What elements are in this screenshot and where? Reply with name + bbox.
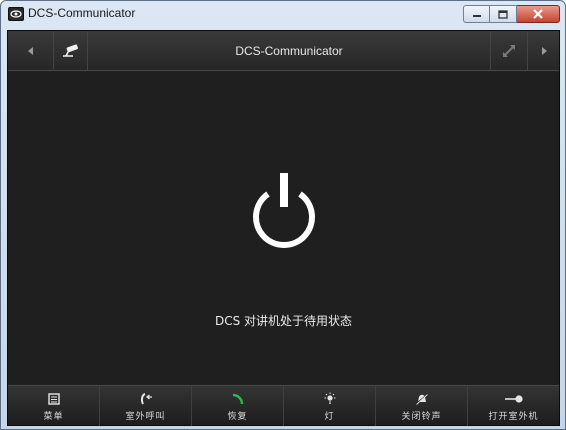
mute-bell-button[interactable]: 关闭铃声 bbox=[376, 386, 468, 426]
mute-bell-icon bbox=[415, 392, 428, 405]
open-outdoor-unit-button[interactable]: 打开室外机 bbox=[468, 386, 559, 426]
close-button[interactable] bbox=[517, 5, 560, 23]
camera-button[interactable] bbox=[55, 31, 88, 71]
next-button[interactable] bbox=[527, 31, 559, 71]
main-view: DCS 对讲机处于待用状态 bbox=[8, 72, 559, 385]
expand-button[interactable] bbox=[490, 31, 526, 71]
open-outdoor-unit-label: 打开室外机 bbox=[488, 411, 539, 422]
mute-bell-label: 关闭铃声 bbox=[401, 411, 442, 422]
light-button[interactable]: 灯 bbox=[284, 386, 376, 426]
resume-call-icon bbox=[232, 393, 243, 404]
light-label: 灯 bbox=[324, 411, 335, 422]
app-client-area: DCS-Communicator DCS 对讲机处于待用状态 菜单 室外呼叫 恢… bbox=[7, 30, 560, 426]
light-icon bbox=[324, 392, 335, 404]
close-icon bbox=[533, 9, 543, 19]
app-window: DCS-Communicator DCS-Communicator DCS 对讲… bbox=[0, 0, 566, 430]
top-toolbar: DCS-Communicator bbox=[8, 31, 559, 71]
expand-icon bbox=[502, 45, 515, 57]
window-title: DCS-Communicator bbox=[28, 6, 136, 20]
minimize-icon bbox=[472, 15, 481, 17]
status-text: DCS 对讲机处于待用状态 bbox=[214, 314, 353, 328]
menu-icon bbox=[47, 392, 60, 405]
toolbar-title: DCS-Communicator bbox=[235, 44, 343, 58]
outdoor-call-icon bbox=[140, 392, 152, 404]
title-bar[interactable]: DCS-Communicator bbox=[1, 1, 565, 29]
minimize-button[interactable] bbox=[463, 5, 490, 23]
camera-icon bbox=[63, 44, 79, 57]
key-icon bbox=[504, 394, 523, 403]
power-icon[interactable] bbox=[246, 173, 322, 253]
bottom-toolbar: 菜单 室外呼叫 恢复 灯 关闭铃声 打开室外机 bbox=[8, 385, 559, 426]
outdoor-call-button[interactable]: 室外呼叫 bbox=[100, 386, 192, 426]
menu-label: 菜单 bbox=[43, 411, 64, 422]
previous-button[interactable] bbox=[8, 31, 54, 71]
resume-button[interactable]: 恢复 bbox=[192, 386, 284, 426]
outdoor-call-label: 室外呼叫 bbox=[125, 411, 166, 422]
window-controls bbox=[463, 5, 560, 23]
maximize-button[interactable] bbox=[490, 5, 517, 23]
resume-label: 恢复 bbox=[227, 411, 248, 422]
menu-button[interactable]: 菜单 bbox=[8, 386, 100, 426]
maximize-icon bbox=[498, 9, 508, 19]
left-arrow-icon bbox=[27, 47, 33, 55]
right-arrow-icon bbox=[541, 47, 547, 55]
app-eye-icon[interactable] bbox=[8, 7, 24, 21]
